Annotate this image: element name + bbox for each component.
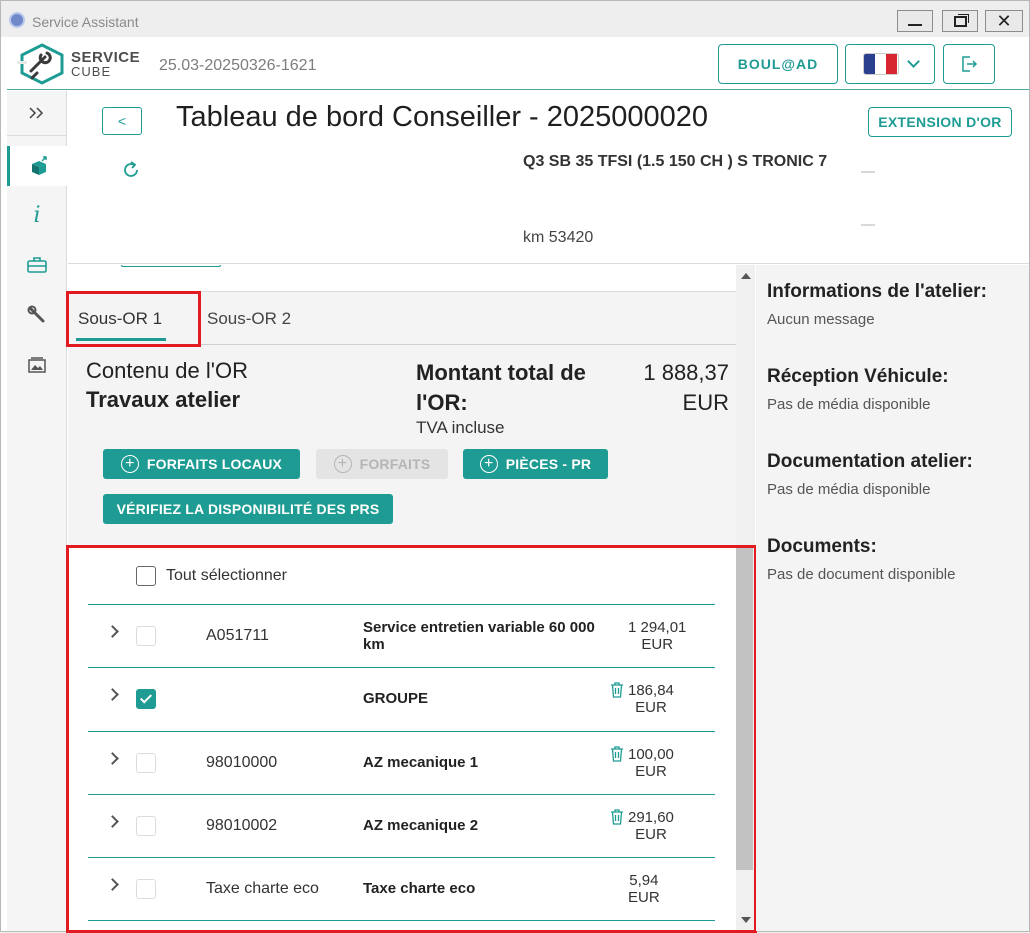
language-dropdown[interactable] [845,44,935,84]
sidebar-item-media[interactable] [7,345,67,385]
sidebar-expand-button[interactable] [7,93,67,133]
highlight-box [66,545,757,933]
service-cube-logo-icon [17,43,64,85]
toolbox-icon [27,257,47,273]
scrolled-content [68,265,736,292]
tva-label: TVA incluse [416,418,505,437]
section-text: Pas de document disponible [767,566,956,583]
plus-circle-icon: + [333,455,352,473]
total-amount: 1 888,37 EUR [623,358,729,418]
maximize-icon [953,15,967,27]
logout-icon [962,56,978,72]
section-text: Pas de média disponible [767,481,931,498]
section-title: Informations de l'atelier: [767,281,987,302]
sidebar: i [7,91,67,931]
reception-section: Réception Véhicule: Pas de média disponi… [767,366,949,413]
placeholder-dash [861,171,875,173]
version-label: 25.03-20250326-1621 [159,57,317,74]
section-title: Documents: [767,536,877,557]
plus-circle-icon: + [479,455,498,473]
total-value: 1 888,37 [643,360,729,385]
pieces-pr-button[interactable]: + PIÈCES - PR [463,449,608,479]
contenu-heading: Contenu de l'OR [86,358,248,383]
maximize-button[interactable] [942,10,978,32]
placeholder-dash [861,224,875,226]
documents-section: Documents: Pas de document disponible [767,536,955,583]
sidebar-item-info[interactable]: i [7,195,67,235]
title-bar: Service Assistant ✕ [1,1,1029,37]
pieces-pr-label: PIÈCES - PR [505,456,592,472]
info-icon: i [33,202,41,228]
app-header: SERVICE CUBE 25.03-20250326-1621 BOUL@AD [7,38,1029,90]
minimize-button[interactable] [897,10,933,32]
user-button[interactable]: BOUL@AD [718,44,838,84]
dashboard-header: < Tableau de bord Conseiller - 202500002… [68,91,1029,264]
travaux-heading: Travaux atelier [86,387,241,412]
atelier-info-section: Informations de l'atelier: Aucun message [767,281,987,328]
mileage: km 53420 [523,229,594,246]
app-icon [9,12,25,28]
logout-button[interactable] [943,44,995,84]
extension-or-button[interactable]: EXTENSION D'OR [868,107,1012,137]
forfaits-label: FORFAITS [359,456,431,472]
verifier-disponibilite-button[interactable]: VÉRIFIEZ LA DISPONIBILITÉ DES PRS [103,494,393,524]
cube-icon [31,156,47,175]
section-title: Documentation atelier: [767,451,973,472]
total-currency: EUR [682,390,729,415]
sidebar-item-tools[interactable] [7,295,67,335]
wrench-icon [27,305,45,323]
documentation-section: Documentation atelier: Pas de média disp… [767,451,973,498]
sidebar-item-dashboard[interactable] [7,146,67,186]
section-text: Aucun message [767,311,875,328]
tab-sous-or-2[interactable]: Sous-OR 2 [207,309,291,329]
window-title: Service Assistant [32,14,139,30]
section-text: Pas de média disponible [767,396,931,413]
forfaits-locaux-label: FORFAITS LOCAUX [146,456,283,472]
highlight-box [66,291,201,347]
info-panel: Informations de l'atelier: Aucun message… [756,265,1029,931]
close-icon: ✕ [996,11,1012,31]
minimize-icon [908,24,922,26]
close-button[interactable]: ✕ [985,10,1023,32]
forfaits-locaux-button[interactable]: + FORFAITS LOCAUX [103,449,300,479]
main-panel: Sous-OR 1 Sous-OR 2 Contenu de l'OR Trav… [66,265,757,933]
scroll-up-icon[interactable] [741,273,751,279]
vehicle-description: Q3 SB 35 TFSI (1.5 150 CH ) S TRONIC 7 [523,153,828,170]
chevron-down-icon [906,55,920,68]
montant-total-label: Montant total de l'OR: [416,360,586,415]
plus-circle-icon: + [120,455,139,473]
logo-text-cube: CUBE [71,64,112,79]
image-icon [28,357,46,373]
forfaits-button[interactable]: + FORFAITS [316,449,448,479]
france-flag-icon [862,53,899,75]
page-title: Tableau de bord Conseiller - 2025000020 [176,101,709,133]
double-chevron-right-icon [29,107,44,119]
section-title: Réception Véhicule: [767,366,949,387]
app-window: Service Assistant ✕ SERVICE CUBE 25.03-2… [0,0,1030,933]
refresh-icon[interactable] [120,159,142,181]
sidebar-item-toolbox[interactable] [7,245,67,285]
back-button[interactable]: < [102,107,142,135]
